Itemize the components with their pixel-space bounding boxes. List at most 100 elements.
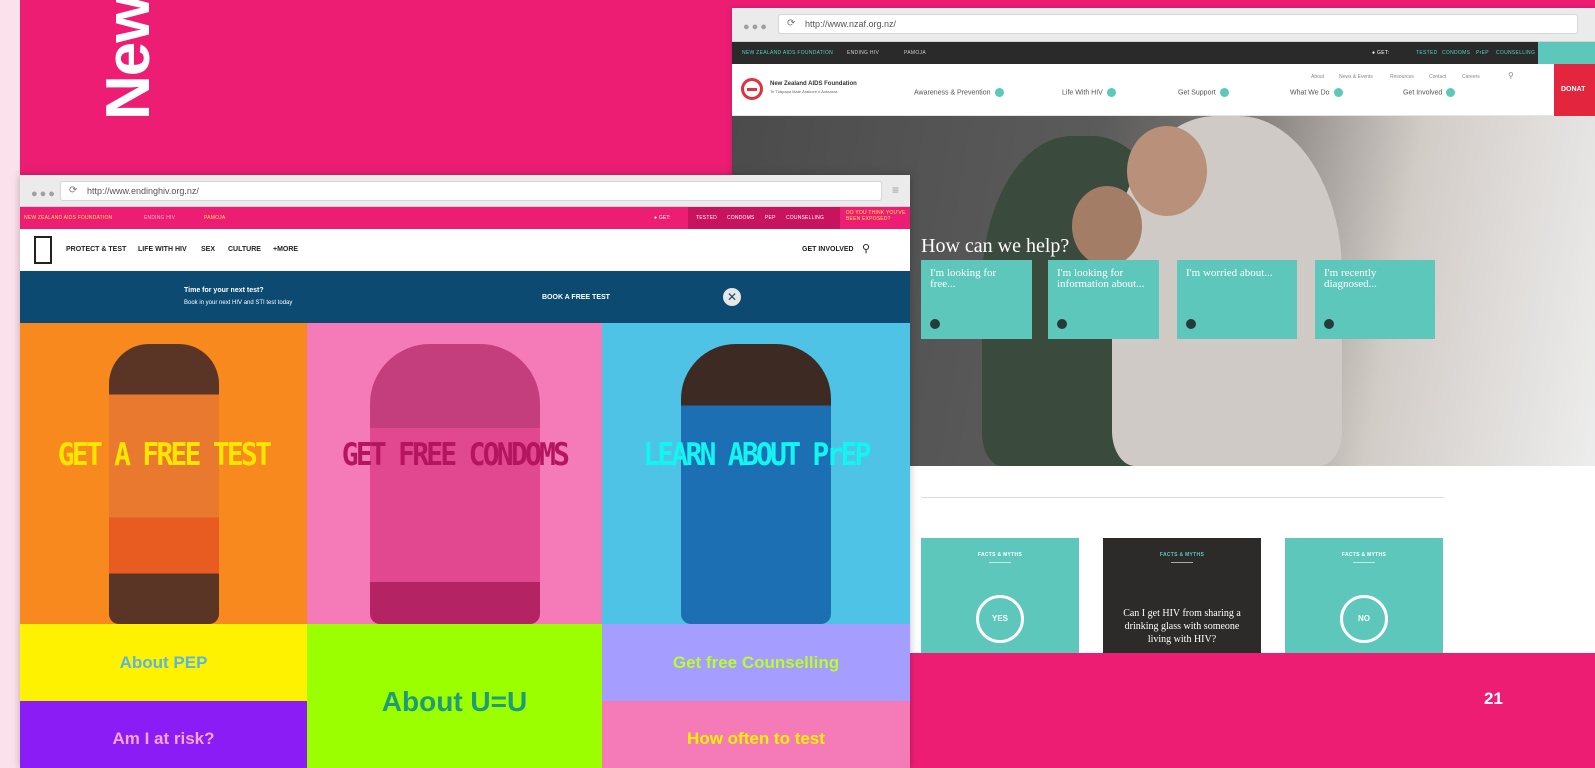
panel-text-free-condoms: GET FREE CONDOMS	[341, 437, 570, 473]
test-reminder-banner: Time for your next test? Book in your ne…	[20, 271, 910, 323]
nav-life-with-hiv[interactable]: Life With HIV	[1062, 88, 1116, 97]
nav-get-support[interactable]: Get Support	[1178, 88, 1229, 97]
arrow-icon	[1324, 319, 1334, 329]
tile-counselling[interactable]: Get free Counselling	[602, 624, 910, 701]
tile-about-pep[interactable]: About PEP	[20, 624, 307, 701]
facts-card-yes[interactable]: FACTS & MYTHS YES	[921, 538, 1079, 653]
banner-subtitle: Book in your next HIV and STI test today	[184, 300, 293, 306]
get-tested-link[interactable]: TESTED	[696, 215, 717, 221]
help-box-diagnosed[interactable]: I'm recently diagnosed...	[1315, 260, 1435, 339]
chevron-icon	[1106, 88, 1116, 97]
answer-no: NO	[1340, 595, 1388, 643]
reload-icon[interactable]: ⟳	[787, 18, 795, 29]
facts-card-no[interactable]: FACTS & MYTHS NO	[1285, 538, 1443, 653]
hero-heading: How can we help?	[921, 235, 1070, 257]
subnav-about[interactable]: About	[1311, 74, 1324, 80]
card-label: FACTS & MYTHS	[977, 552, 1023, 558]
slide-bottom-band	[910, 653, 1595, 768]
help-box-free[interactable]: I'm looking for free...	[921, 260, 1032, 339]
donate-button[interactable]: DONAT	[1554, 64, 1595, 116]
get-label: ● GET:	[1372, 50, 1390, 56]
window-controls-icon[interactable]: ●●●	[743, 21, 769, 33]
help-box-information[interactable]: I'm looking for information about...	[1048, 260, 1159, 339]
panel-free-test[interactable]: GET A FREE TEST	[20, 323, 307, 624]
card-label: FACTS & MYTHS	[1341, 552, 1387, 558]
section-divider	[921, 497, 1444, 498]
tile-about-uu[interactable]: About U=U	[307, 624, 602, 768]
nav-life-with-hiv[interactable]: LIFE WITH HIV	[138, 246, 187, 253]
panel-figure	[681, 344, 831, 624]
exposed-box[interactable]	[1538, 42, 1595, 64]
search-icon[interactable]: ⚲	[1508, 71, 1514, 80]
nzaf-main-nav: New Zealand AIDS Foundation Te Tūāpapa M…	[732, 64, 1595, 116]
subnav-news[interactable]: News & Events	[1339, 74, 1373, 80]
org-subtitle: Te Tūāpapa Mate Āraikore o Aotearoa	[770, 89, 838, 94]
chevron-icon	[1333, 88, 1343, 97]
nav-awareness[interactable]: Awareness & Prevention	[914, 88, 1004, 97]
book-test-button[interactable]: BOOK A FREE TEST	[542, 294, 610, 301]
chevron-icon	[994, 88, 1004, 97]
subnav-resources[interactable]: Resources	[1390, 74, 1414, 80]
address-bar[interactable]: ⟳ http://www.nzaf.org.nz/	[778, 14, 1578, 34]
topbar-link-nzaf[interactable]: NEW ZEALAND AIDS FOUNDATION	[742, 50, 833, 56]
nav-culture[interactable]: CULTURE	[228, 246, 261, 253]
arrow-icon	[1057, 319, 1067, 329]
hero-face-left	[1072, 186, 1142, 266]
browser-chrome: ●●● ⟳ http://www.nzaf.org.nz/	[732, 8, 1595, 42]
panel-figure	[108, 344, 219, 624]
help-box-worried[interactable]: I'm worried about...	[1177, 260, 1297, 339]
get-condoms-link[interactable]: CONDOMS	[1442, 50, 1470, 56]
get-involved-link[interactable]: GET INVOLVED	[802, 246, 854, 253]
nav-what-we-do[interactable]: What We Do	[1290, 88, 1343, 97]
topbar-link-endinghiv[interactable]: ENDING HIV	[144, 215, 175, 221]
endinghiv-logo-icon[interactable]	[34, 236, 52, 264]
banner-title: Time for your next test?	[184, 287, 264, 294]
tile-how-often-to-test[interactable]: How often to test	[602, 701, 910, 768]
url-text: http://www.endinghiv.org.nz/	[87, 186, 199, 196]
chevron-icon	[1446, 88, 1456, 97]
nav-get-involved[interactable]: Get Involved	[1403, 88, 1456, 97]
panel-learn-prep[interactable]: LEARN ABOUT PrEP	[602, 323, 910, 624]
get-prep-link[interactable]: PrEP	[1476, 50, 1489, 56]
topbar-link-pamoja[interactable]: PAMOJA	[204, 215, 225, 221]
arrow-icon	[930, 319, 940, 329]
endinghiv-browser-window: ●●● ⟳ http://www.endinghiv.org.nz/ ≡ NEW…	[20, 175, 910, 768]
nav-more[interactable]: +MORE	[273, 246, 298, 253]
page-number: 21	[1484, 689, 1503, 708]
search-icon[interactable]: ⚲	[862, 242, 870, 255]
nav-protect-test[interactable]: PROTECT & TEST	[66, 246, 126, 253]
get-label: ● GET:	[654, 215, 671, 221]
get-pep-link[interactable]: PEP	[765, 215, 776, 221]
endinghiv-main-nav: PROTECT & TEST LIFE WITH HIV SEX CULTURE…	[20, 229, 910, 271]
get-tested-link[interactable]: TESTED	[1416, 50, 1438, 56]
close-icon[interactable]: ✕	[723, 288, 741, 306]
subnav-careers[interactable]: Careers	[1462, 74, 1480, 80]
topbar-link-endinghiv[interactable]: ENDING HIV	[847, 50, 879, 56]
exposed-link[interactable]: DO YOU THINK YOU'VE BEEN EXPOSED?	[846, 210, 906, 222]
address-bar[interactable]: ⟳ http://www.endinghiv.org.nz/	[60, 181, 882, 201]
tile-am-i-at-risk[interactable]: Am I at risk?	[20, 701, 307, 768]
chevron-icon	[1219, 88, 1229, 97]
topbar-link-pamoja[interactable]: PAMOJA	[904, 50, 926, 56]
reload-icon[interactable]: ⟳	[69, 185, 77, 196]
panel-figure	[369, 344, 540, 624]
slide-vertical-title: New	[95, 0, 155, 120]
nav-sex[interactable]: SEX	[201, 246, 215, 253]
topbar-link-nzaf[interactable]: NEW ZEALAND AIDS FOUNDATION	[24, 215, 112, 221]
card-question: Can I get HIV from sharing a drinking gl…	[1123, 608, 1241, 645]
url-text: http://www.nzaf.org.nz/	[805, 19, 897, 29]
window-controls-icon[interactable]: ●●●	[31, 188, 57, 200]
get-counselling-link[interactable]: COUNSELLING	[1496, 50, 1535, 56]
panel-text-free-test: GET A FREE TEST	[57, 437, 272, 473]
get-condoms-link[interactable]: CONDOMS	[727, 215, 755, 221]
endinghiv-top-bar: NEW ZEALAND AIDS FOUNDATION ENDING HIV P…	[20, 207, 910, 229]
menu-icon[interactable]: ≡	[892, 183, 899, 197]
subnav-contact[interactable]: Contact	[1429, 74, 1446, 80]
get-counselling-link[interactable]: COUNSELLING	[786, 215, 824, 221]
panel-free-condoms[interactable]: GET FREE CONDOMS	[307, 323, 602, 624]
org-name: New Zealand AIDS Foundation	[770, 81, 857, 87]
hero-face-right	[1127, 126, 1207, 216]
nzaf-logo-icon[interactable]	[741, 78, 763, 100]
answer-yes: YES	[976, 595, 1024, 643]
facts-card-question[interactable]: FACTS & MYTHS Can I get HIV from sharing…	[1103, 538, 1261, 653]
